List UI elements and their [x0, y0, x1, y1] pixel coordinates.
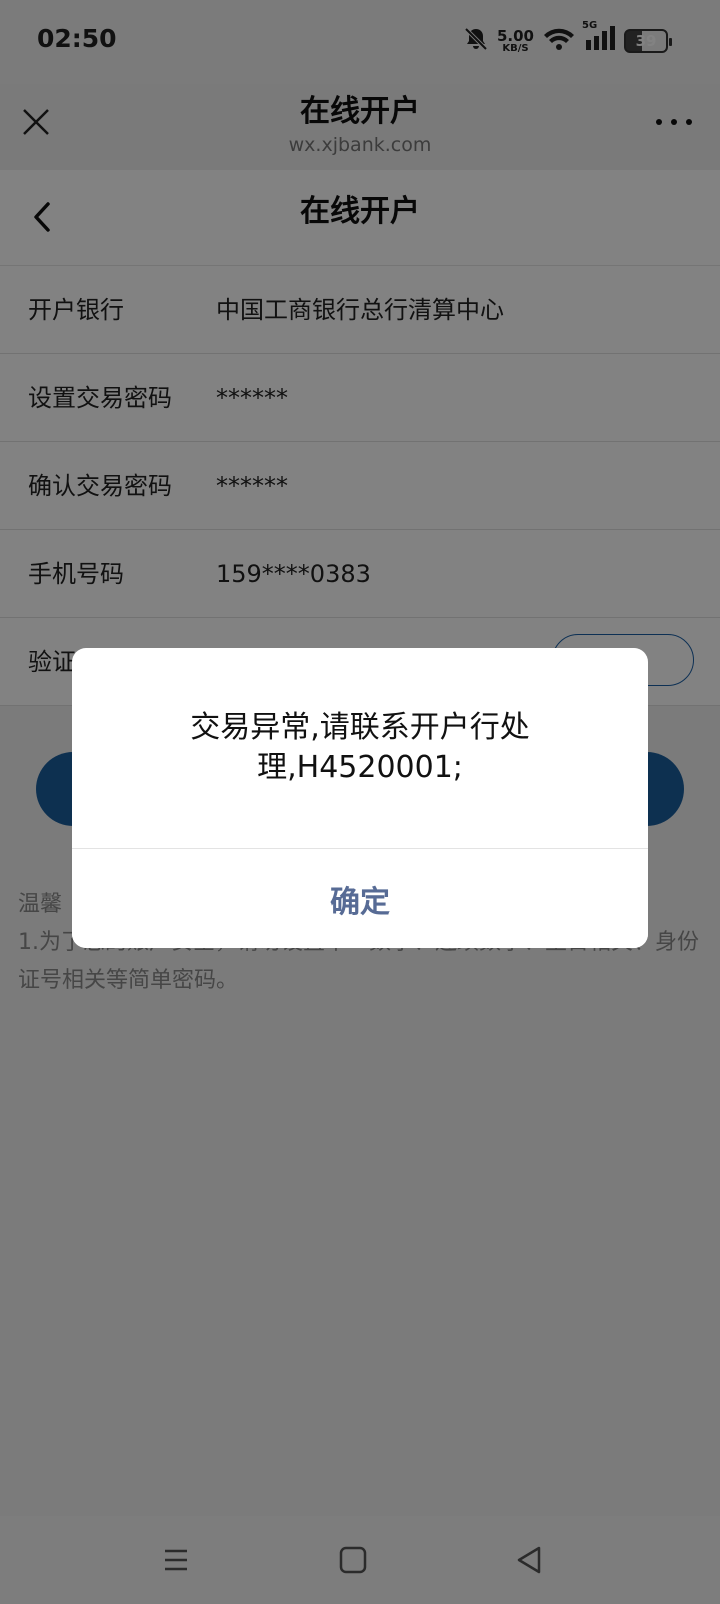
alert-dialog: 交易异常,请联系开户行处理,H4520001; 确定	[72, 648, 648, 948]
dialog-message: 交易异常,请联系开户行处理,H4520001;	[190, 710, 530, 785]
ok-button[interactable]: 确定	[72, 849, 648, 948]
